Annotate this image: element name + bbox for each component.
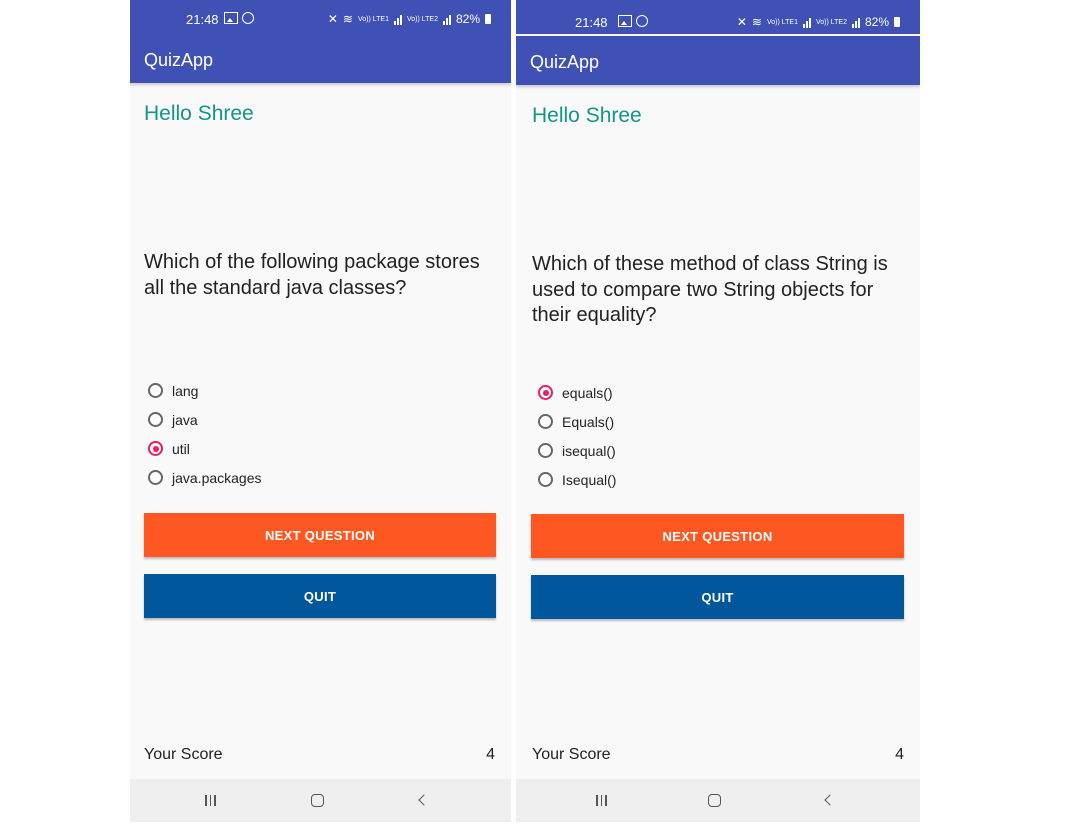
radio-button[interactable] (148, 470, 163, 485)
home-icon[interactable] (708, 794, 721, 807)
answer-option-2[interactable]: java (148, 405, 262, 434)
whatsapp-icon (636, 15, 648, 27)
radio-button[interactable] (148, 412, 163, 427)
answer-option-4[interactable]: java.packages (148, 463, 262, 492)
radio-button[interactable] (538, 414, 553, 429)
status-bar: 21:48 ✕ ≋ Vo)) LTE1 Vo)) LTE2 82% (130, 0, 511, 34)
answer-option-4[interactable]: Isequal() (538, 465, 616, 494)
score-label: Your Score (532, 746, 611, 763)
answer-option-label: util (172, 440, 190, 457)
score-value: 4 (895, 746, 904, 763)
network-label-2: Vo)) LTE2 (406, 15, 438, 23)
mute-icon: ✕ (736, 15, 747, 29)
status-time: 21:48 (186, 12, 219, 27)
answer-option-label: java (172, 411, 198, 428)
radio-button[interactable] (148, 383, 163, 398)
system-nav-bar (130, 779, 511, 822)
wifi-icon: ≋ (342, 12, 353, 26)
recents-icon[interactable] (596, 795, 607, 806)
network-label-2: Vo)) LTE2 (815, 18, 847, 26)
answer-option-label: Isequal() (562, 471, 617, 488)
greeting-text: Hello Shree (532, 104, 642, 127)
battery-icon (894, 17, 900, 27)
signal-icon (393, 14, 402, 25)
question-text: Which of these method of class String is… (532, 253, 888, 326)
whatsapp-icon (242, 12, 254, 24)
gallery-icon (618, 15, 632, 27)
app-bar: QuizApp (516, 36, 920, 85)
answer-option-1[interactable]: equals() (538, 378, 616, 407)
question-text: Which of the following package stores al… (144, 251, 480, 299)
answer-radio-group: equals() Equals() isequal() Isequal() (538, 378, 616, 494)
answer-option-label: Equals() (562, 413, 615, 430)
answer-option-label: lang (172, 382, 199, 399)
quit-button[interactable]: QUIT (531, 575, 904, 619)
phone-screen-left: 21:48 ✕ ≋ Vo)) LTE1 Vo)) LTE2 82% QuizAp… (130, 0, 511, 822)
quit-button[interactable]: QUIT (144, 574, 496, 618)
answer-option-3[interactable]: isequal() (538, 436, 616, 465)
phone-screen-right: 21:48 ✕ ≋ Vo)) LTE1 Vo)) LTE2 82% QuizAp… (516, 0, 920, 822)
answer-option-3[interactable]: util (148, 434, 262, 463)
answer-option-2[interactable]: Equals() (538, 407, 616, 436)
battery-icon (485, 14, 491, 24)
next-question-button[interactable]: NEXT QUESTION (531, 514, 904, 558)
home-icon[interactable] (311, 794, 324, 807)
back-icon[interactable] (418, 794, 430, 806)
signal-icon (851, 17, 860, 28)
answer-option-label: equals() (562, 384, 613, 401)
recents-icon[interactable] (205, 795, 216, 806)
score-label: Your Score (144, 746, 223, 763)
battery-percent: 82% (455, 12, 480, 26)
score-value: 4 (486, 746, 495, 763)
radio-button-selected[interactable] (148, 441, 163, 456)
network-label-1: Vo)) LTE1 (357, 15, 389, 23)
answer-option-label: java.packages (172, 469, 262, 486)
status-time: 21:48 (575, 15, 608, 30)
app-title: QuizApp (530, 52, 600, 72)
answer-option-label: isequal() (562, 442, 616, 459)
battery-percent: 82% (864, 15, 889, 29)
system-nav-bar (516, 779, 920, 822)
answer-radio-group: lang java util java.packages (148, 376, 262, 492)
mute-icon: ✕ (327, 12, 338, 26)
next-question-button[interactable]: NEXT QUESTION (144, 513, 496, 557)
signal-icon (442, 14, 451, 25)
app-title: QuizApp (144, 50, 214, 70)
wifi-icon: ≋ (751, 15, 762, 29)
radio-button[interactable] (538, 472, 553, 487)
radio-button[interactable] (538, 443, 553, 458)
signal-icon (802, 17, 811, 28)
radio-button-selected[interactable] (538, 385, 553, 400)
status-bar: 21:48 ✕ ≋ Vo)) LTE1 Vo)) LTE2 82% (516, 0, 920, 34)
app-bar: QuizApp (130, 34, 511, 83)
network-label-1: Vo)) LTE1 (766, 18, 798, 26)
greeting-text: Hello Shree (144, 102, 254, 125)
back-icon[interactable] (824, 794, 836, 806)
gallery-icon (224, 12, 238, 24)
answer-option-1[interactable]: lang (148, 376, 262, 405)
